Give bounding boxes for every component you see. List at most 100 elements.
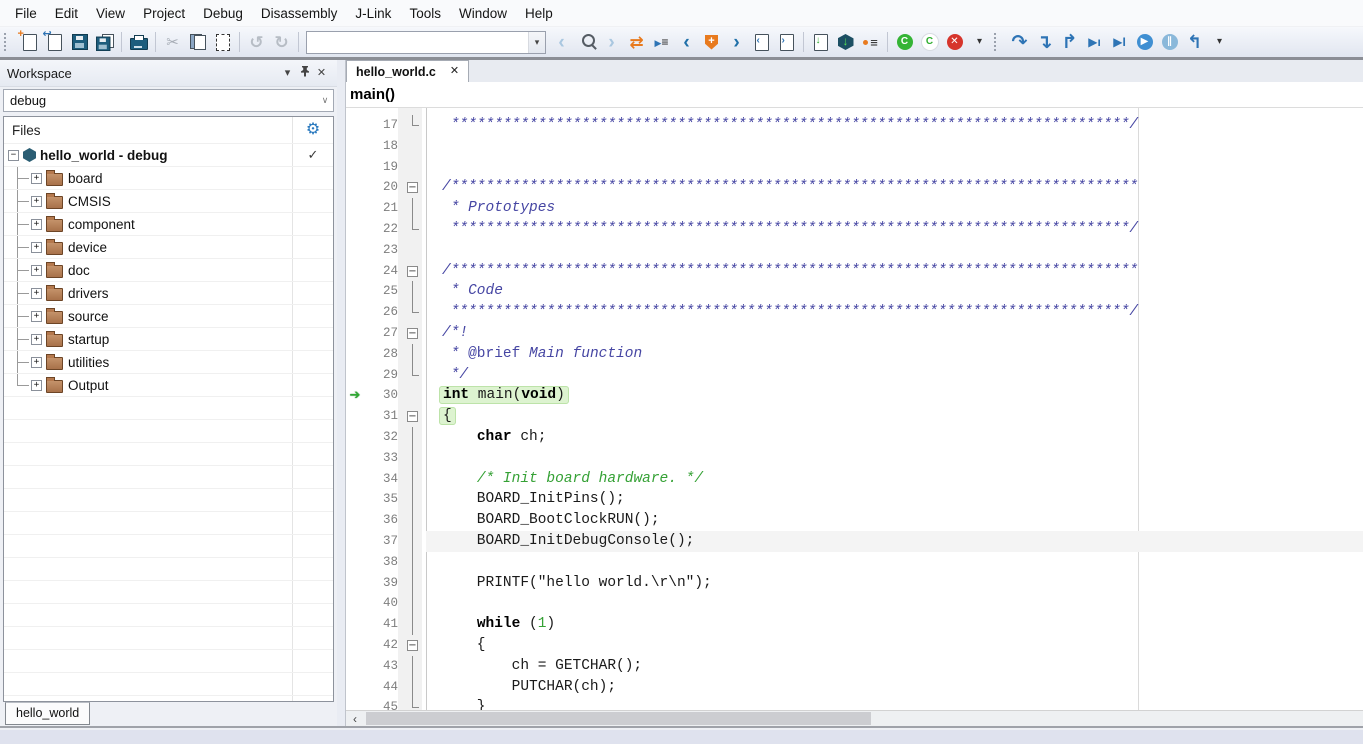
code-text[interactable]: */ [426, 365, 1363, 386]
line-number[interactable]: 36 [364, 510, 398, 531]
code-text[interactable]: /***************************************… [426, 261, 1363, 282]
code-text[interactable]: /* Init board hardware. */ [426, 469, 1363, 490]
code-line-40[interactable]: 40 [346, 593, 1363, 614]
code-line-42[interactable]: 42 { [346, 635, 1363, 656]
code-line-33[interactable]: 33 [346, 448, 1363, 469]
previous-bookmark-button[interactable]: ‹ [675, 30, 698, 54]
code-text[interactable]: ****************************************… [426, 302, 1363, 323]
tree-row-device[interactable]: +device [4, 236, 333, 259]
go-button[interactable]: ▶ [1133, 30, 1156, 54]
toolbar-overflow-button[interactable]: ▾ [968, 30, 991, 54]
line-number[interactable]: 26 [364, 302, 398, 323]
step-into-button[interactable]: ↴ [1033, 30, 1056, 54]
code-line-29[interactable]: 29 */ [346, 365, 1363, 386]
horizontal-scrollbar[interactable]: ‹ [346, 710, 1363, 726]
breakpoint-margin[interactable] [346, 261, 364, 282]
paste-button[interactable] [211, 30, 234, 54]
new-document-button[interactable]: + [18, 30, 41, 54]
go-to-function-button[interactable]: ▶≡ [650, 30, 673, 54]
make-button[interactable]: C [893, 30, 916, 54]
breakpoint-margin[interactable] [346, 406, 364, 427]
code-text[interactable]: PUTCHAR(ch); [426, 677, 1363, 698]
menu-tools[interactable]: Tools [400, 2, 450, 25]
code-line-31[interactable]: 31{ [346, 406, 1363, 427]
breakpoint-margin[interactable] [346, 281, 364, 302]
find-next-button[interactable]: › [600, 30, 623, 54]
previous-document-button[interactable]: ‹ [750, 30, 773, 54]
undo-button[interactable]: ↺ [245, 30, 268, 54]
menu-edit[interactable]: Edit [46, 2, 87, 25]
collapse-box-icon[interactable]: − [8, 150, 19, 161]
tree-row-startup[interactable]: +startup [4, 328, 333, 351]
break-button[interactable]: ∥ [1158, 30, 1181, 54]
tree-row-drivers[interactable]: +drivers [4, 282, 333, 305]
menu-disassembly[interactable]: Disassembly [252, 2, 347, 25]
expand-box-icon[interactable]: + [31, 334, 42, 345]
code-line-38[interactable]: 38 [346, 552, 1363, 573]
code-line-36[interactable]: 36 BOARD_BootClockRUN(); [346, 510, 1363, 531]
code-line-20[interactable]: 20/*************************************… [346, 177, 1363, 198]
menu-project[interactable]: Project [134, 2, 194, 25]
line-number[interactable]: 38 [364, 552, 398, 573]
code-line-28[interactable]: 28 * @brief Main function [346, 344, 1363, 365]
breakpoint-margin[interactable] [346, 177, 364, 198]
code-text[interactable] [426, 136, 1363, 157]
line-number[interactable]: 42 [364, 635, 398, 656]
download-button[interactable]: ↓ [809, 30, 832, 54]
breakpoint-margin[interactable] [346, 448, 364, 469]
line-number[interactable]: 34 [364, 469, 398, 490]
disassembly-window-button[interactable]: ≡ [859, 30, 882, 54]
redo-button[interactable]: ↻ [270, 30, 293, 54]
menu-help[interactable]: Help [516, 2, 562, 25]
breakpoint-margin[interactable] [346, 531, 364, 552]
code-text[interactable]: * Code [426, 281, 1363, 302]
step-over-button[interactable]: ↷ [1008, 30, 1031, 54]
debug-dropdown-button[interactable]: ▾ [1208, 30, 1231, 54]
expand-box-icon[interactable]: + [31, 311, 42, 322]
fold-collapse-icon[interactable] [398, 261, 426, 282]
fold-collapse-icon[interactable] [398, 635, 426, 656]
line-number[interactable]: 40 [364, 593, 398, 614]
code-text[interactable]: ****************************************… [426, 219, 1363, 240]
line-number[interactable]: 20 [364, 177, 398, 198]
save-button[interactable] [68, 30, 91, 54]
code-text[interactable]: while (1) [426, 614, 1363, 635]
breakpoint-margin[interactable] [346, 302, 364, 323]
breakpoint-margin[interactable] [346, 469, 364, 490]
breakpoint-margin[interactable] [346, 344, 364, 365]
code-text[interactable]: /*! [426, 323, 1363, 344]
line-number[interactable]: 32 [364, 427, 398, 448]
stop-build-button[interactable]: ✕ [943, 30, 966, 54]
code-line-34[interactable]: 34 /* Init board hardware. */ [346, 469, 1363, 490]
line-number[interactable]: 35 [364, 489, 398, 510]
code-line-19[interactable]: 19 [346, 157, 1363, 178]
line-number[interactable]: 44 [364, 677, 398, 698]
breakpoint-margin[interactable] [346, 510, 364, 531]
code-line-39[interactable]: 39 PRINTF("hello world.\r\n"); [346, 573, 1363, 594]
code-line-21[interactable]: 21 * Prototypes [346, 198, 1363, 219]
tree-row-utilities[interactable]: +utilities [4, 351, 333, 374]
open-file-button[interactable]: ↩ [43, 30, 66, 54]
code-line-37[interactable]: 37 BOARD_InitDebugConsole(); [346, 531, 1363, 552]
line-number[interactable]: 21 [364, 198, 398, 219]
function-bar[interactable]: main() [346, 82, 1363, 108]
menu-file[interactable]: File [6, 2, 46, 25]
print-button[interactable] [127, 30, 150, 54]
breakpoint-margin[interactable] [346, 427, 364, 448]
panel-splitter[interactable] [337, 60, 345, 726]
line-number[interactable]: 45 [364, 697, 398, 710]
fold-collapse-icon[interactable] [398, 177, 426, 198]
breakpoint-margin[interactable] [346, 697, 364, 710]
code-text[interactable]: PRINTF("hello world.\r\n"); [426, 573, 1363, 594]
next-document-button[interactable]: › [775, 30, 798, 54]
code-line-32[interactable]: 32 char ch; [346, 427, 1363, 448]
panel-menu-icon[interactable]: ▾ [279, 68, 296, 79]
code-text[interactable]: ch = GETCHAR(); [426, 656, 1363, 677]
tree-row-doc[interactable]: +doc [4, 259, 333, 282]
expand-box-icon[interactable]: + [31, 380, 42, 391]
code-text[interactable]: ****************************************… [426, 115, 1363, 136]
line-number[interactable]: 43 [364, 656, 398, 677]
line-number[interactable]: 25 [364, 281, 398, 302]
line-number[interactable]: 24 [364, 261, 398, 282]
pin-icon[interactable] [296, 66, 313, 80]
